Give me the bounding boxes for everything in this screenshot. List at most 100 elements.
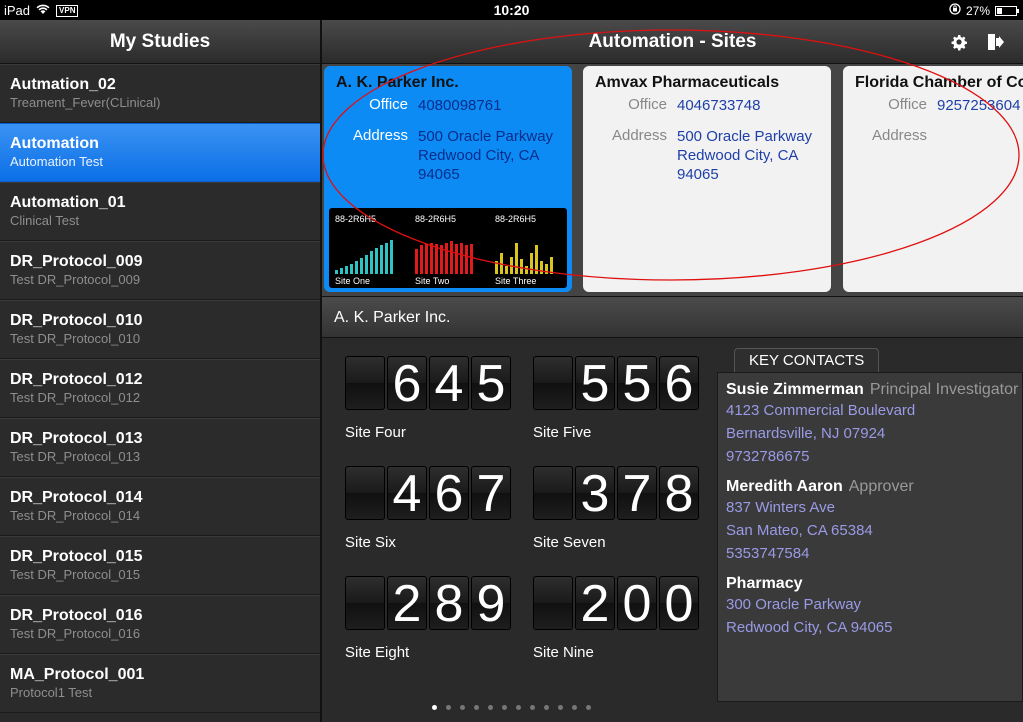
mini-chart: 88-2R6H5 Site Two [409,208,487,288]
address-label: Address [352,127,408,144]
mini-chart-bar [445,242,448,274]
address-label: Address [611,127,667,144]
contact-role: Approver [848,478,914,495]
page-dot[interactable] [586,705,591,710]
office-phone[interactable]: 4046733748 [667,96,760,115]
key-contacts-tab[interactable]: KEY CONTACTS [734,348,880,372]
page-dot[interactable] [460,705,465,710]
study-list-item[interactable]: MA_Protocol_001 Protocol1 Test [0,654,320,713]
contact-detail[interactable]: 9732786675 [726,445,1014,468]
contact-detail[interactable]: Redwood City, CA 94065 [726,616,1014,639]
site-card[interactable]: Florida Chamber of ComOffice9257253604Ad… [843,66,1023,292]
office-row: Office 4080098761 [336,96,560,115]
flip-digit: 9 [471,576,511,631]
mini-chart-bar [415,248,418,274]
page-dot[interactable] [544,705,549,710]
address-label: Address [871,127,927,144]
address-value[interactable]: 500 Oracle Parkway Redwood City, CA 94065 [667,127,812,184]
study-list-item[interactable]: DR_Protocol_010 Test DR_Protocol_010 [0,300,320,359]
page-dot[interactable] [446,705,451,710]
mini-chart-bar [495,261,498,274]
flip-digit: 4 [429,356,469,411]
study-list-item[interactable]: DR_Protocol_014 Test DR_Protocol_014 [0,477,320,536]
office-phone[interactable]: 4080098761 [408,96,501,115]
flip-digit: 6 [659,356,699,411]
logout-icon[interactable] [985,32,1005,52]
study-name: DR_Protocol_013 [10,430,143,447]
contact-detail[interactable]: 837 Winters Ave [726,496,1014,519]
mini-chart-bar [375,247,378,274]
page-dot[interactable] [488,705,493,710]
mini-chart: 88-2R6H5 Site One [329,208,407,288]
address-value[interactable]: 500 Oracle Parkway Redwood City, CA 94065 [408,127,553,184]
site-metric: 5 5 6 Site Five [533,356,713,441]
page-dot[interactable] [558,705,563,710]
site-cards-carousel[interactable]: A. K. Parker Inc. Office 4080098761 Address… [322,64,1023,296]
mini-chart-bar [360,258,363,274]
page-dot[interactable] [516,705,521,710]
study-list-item[interactable]: DR_Protocol_015 Test DR_Protocol_015 [0,536,320,595]
mini-chart-bar [505,265,508,274]
study-subtitle: Test DR_Protocol_016 [10,626,141,641]
page-indicator[interactable] [432,705,591,710]
study-list-item[interactable]: DR_Protocol_016 Test DR_Protocol_016 [0,595,320,654]
mini-chart-bar [435,243,438,274]
study-list-item[interactable]: Autmation_02 Treament_Fever(CLinical) [0,64,320,123]
office-phone[interactable]: 9257253604 [927,96,1020,115]
flip-digit: 7 [471,466,511,521]
mini-chart-bar [385,242,388,274]
office-row: Office 4046733748 [595,96,819,115]
study-list-item[interactable]: Automation Automation Test [0,123,320,182]
flip-digit-blank [345,576,385,630]
study-list-item[interactable]: Automation_01 Clinical Test [0,182,320,241]
contact-name: Susie Zimmerman Principal Investigator [726,381,1018,399]
site-mini-charts: 88-2R6H5 Site One 88-2R6H5 Site Two 88-2R6H5… [329,208,567,288]
key-contacts-list: Susie Zimmerman Principal Investigator 412… [717,372,1023,702]
flip-digit: 8 [429,576,469,631]
mini-chart-bar [460,242,463,274]
address-value[interactable] [927,127,937,144]
study-name: Autmation_02 [10,76,116,93]
mini-chart-bar [515,242,518,274]
page-dot[interactable] [572,705,577,710]
contact-detail[interactable]: 300 Oracle Parkway [726,593,1014,616]
address-row: Address 500 Oracle Parkway Redwood City, C… [595,127,819,184]
mini-chart-bar [510,257,513,274]
flip-digit: 0 [617,576,657,631]
site-card[interactable]: A. K. Parker Inc. Office 4080098761 Address… [324,66,572,292]
study-list: Autmation_02 Treament_Fever(CLinical) Auto… [0,64,320,713]
study-name: DR_Protocol_010 [10,312,143,329]
contact-detail[interactable]: 5353747584 [726,542,1014,565]
page-title: Automation - Sites [588,31,757,52]
address-line: 500 Oracle Parkway [418,128,554,145]
page-dot[interactable] [432,705,437,710]
study-list-item[interactable]: DR_Protocol_013 Test DR_Protocol_013 [0,418,320,477]
site-card[interactable]: Amvax Pharmaceuticals Office 4046733748 Add… [583,66,831,292]
site-card-name: Amvax Pharmaceuticals [595,74,780,91]
flip-digit: 3 [575,466,615,521]
contact-detail[interactable]: Bernardsville, NJ 07924 [726,422,1014,445]
study-subtitle: Test DR_Protocol_010 [10,331,141,346]
flip-digit: 7 [617,466,657,521]
flip-counter: 556 [533,356,713,411]
metric-label: Site Six [345,534,396,551]
study-subtitle: Test DR_Protocol_013 [10,449,141,464]
contact-detail[interactable]: 4123 Commercial Boulevard [726,399,1014,422]
study-name: DR_Protocol_016 [10,607,143,624]
mini-chart-bar [530,253,533,274]
office-label: Office [888,96,927,113]
mini-chart-bar [500,253,503,274]
flip-digit-blank [345,466,385,520]
study-subtitle: Treament_Fever(CLinical) [10,95,161,110]
site-metric: 2 8 9 Site Eight [345,576,525,661]
page-dot[interactable] [530,705,535,710]
study-list-item[interactable]: DR_Protocol_012 Test DR_Protocol_012 [0,359,320,418]
site-metric: 6 4 5 Site Four [345,356,525,441]
study-list-item[interactable]: DR_Protocol_009 Test DR_Protocol_009 [0,241,320,300]
address-line: Redwood City, CA [418,147,540,164]
contact-detail[interactable]: San Mateo, CA 65384 [726,519,1014,542]
page-dot[interactable] [474,705,479,710]
page-dot[interactable] [502,705,507,710]
gear-icon[interactable] [949,32,969,52]
mini-chart-site: Site Three [495,276,537,286]
